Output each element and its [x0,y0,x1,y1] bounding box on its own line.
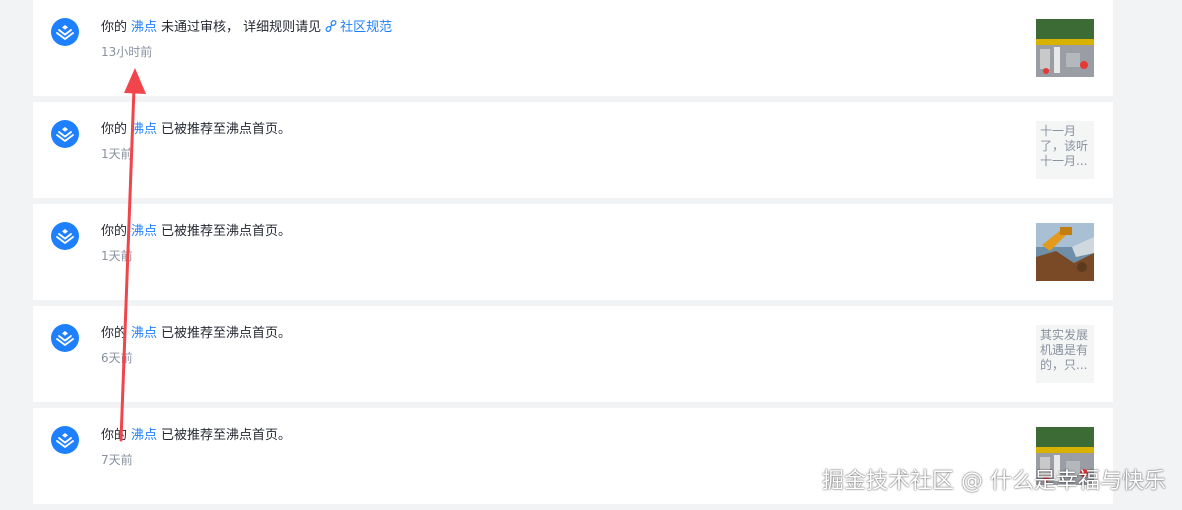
notification-message: 你的沸点未通过审核， 详细规则请见 社区规范 [101,19,392,37]
notification-message: 你的沸点已被推荐至沸点首页。 [101,325,291,343]
community-rules-label: 社区规范 [340,20,392,35]
community-rules-link[interactable]: 社区规范 [325,20,392,35]
message-prefix: 你的 [101,428,127,443]
juejin-logo-icon[interactable] [51,222,79,250]
notification-item[interactable]: 你的沸点已被推荐至沸点首页。 1天前 [33,204,1113,300]
pin-thumbnail[interactable] [1036,223,1094,281]
notification-item[interactable]: 你的沸点未通过审核， 详细规则请见 社区规范 13小时前 [33,0,1113,96]
notification-message: 你的沸点已被推荐至沸点首页。 [101,223,291,241]
message-text: 已被推荐至沸点首页。 [161,428,291,443]
message-prefix: 你的 [101,224,127,239]
notification-time: 1天前 [101,248,133,264]
chain-link-icon [325,20,337,32]
juejin-logo-icon[interactable] [51,120,79,148]
message-prefix: 你的 [101,20,127,35]
notification-time: 7天前 [101,452,133,468]
juejin-logo-icon[interactable] [51,426,79,454]
pin-link[interactable]: 沸点 [131,20,157,35]
juejin-logo-icon[interactable] [51,18,79,46]
message-text: 已被推荐至沸点首页。 [161,224,291,239]
notification-item[interactable]: 你的沸点已被推荐至沸点首页。 6天前 其实发展机遇是有的，只... [33,306,1113,402]
notification-time: 1天前 [101,146,133,162]
pin-link[interactable]: 沸点 [131,224,157,239]
notification-list: 你的沸点未通过审核， 详细规则请见社区规范 13小时前 [33,0,1113,510]
notification-message: 你的沸点已被推荐至沸点首页。 [101,427,291,445]
notification-time: 6天前 [101,350,133,366]
pin-thumbnail[interactable] [1036,19,1094,77]
notification-item[interactable]: 你的沸点已被推荐至沸点首页。 1天前 十一月了，该听十一月... [33,102,1113,198]
pin-link[interactable]: 沸点 [131,122,157,137]
pin-text-thumbnail[interactable]: 其实发展机遇是有的，只... [1036,325,1094,383]
juejin-logo-icon[interactable] [51,324,79,352]
pin-text-thumbnail[interactable]: 十一月了，该听十一月... [1036,121,1094,179]
watermark: 掘金技术社区 @ 什么是幸福与快乐 [822,463,1166,495]
message-text: 已被推荐至沸点首页。 [161,326,291,341]
notification-message: 你的沸点已被推荐至沸点首页。 [101,121,291,139]
message-prefix: 你的 [101,122,127,137]
pin-link[interactable]: 沸点 [131,428,157,443]
message-prefix: 你的 [101,326,127,341]
pin-link[interactable]: 沸点 [131,326,157,341]
notification-time: 13小时前 [101,44,152,60]
message-text: 已被推荐至沸点首页。 [161,122,291,137]
message-text: 未通过审核， 详细规则请见 [161,20,321,35]
